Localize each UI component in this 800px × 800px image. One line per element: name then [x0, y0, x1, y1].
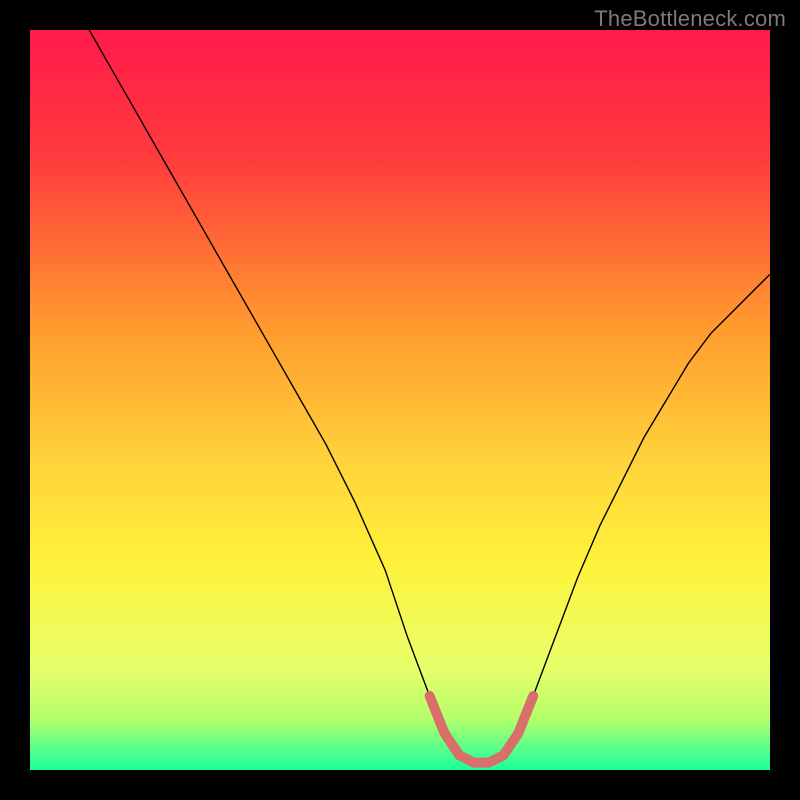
chart-svg: [30, 30, 770, 770]
watermark-label: TheBottleneck.com: [594, 6, 786, 32]
plot-area: [30, 30, 770, 770]
chart-frame: TheBottleneck.com: [0, 0, 800, 800]
gradient-background: [30, 30, 770, 770]
